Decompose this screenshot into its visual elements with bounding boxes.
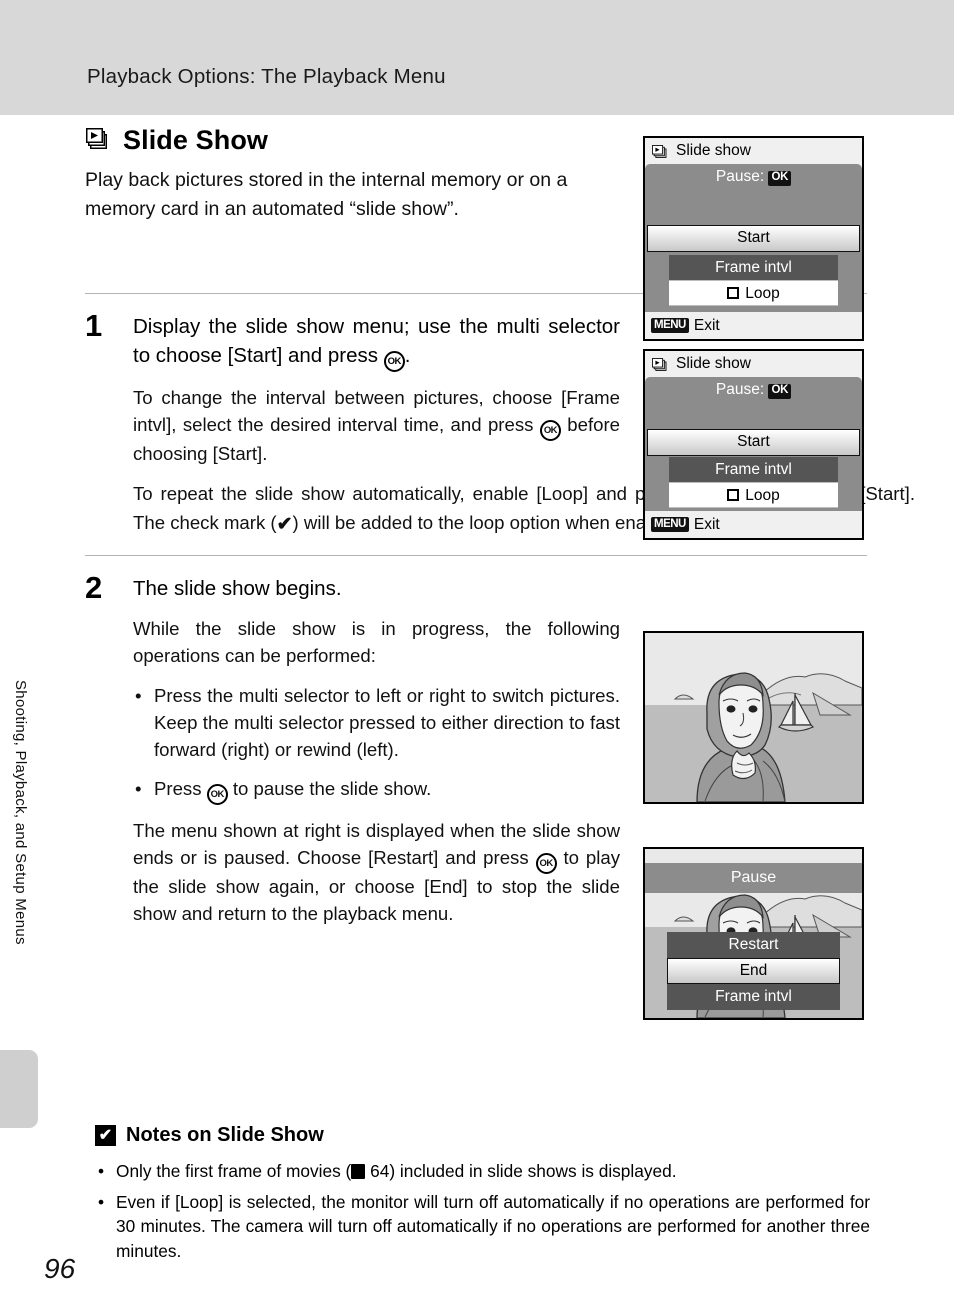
lcd-item-loop-label-1: Loop — [745, 285, 780, 302]
step-2-bullets: Press the multi selector to left or righ… — [133, 683, 620, 805]
checkmark-icon: ✔ — [276, 514, 293, 536]
step-2-bullet-2-b: to pause the slide show. — [227, 777, 432, 799]
ok-button-icon: OK — [539, 420, 561, 442]
lcd-menu-area-1: Start Frame intvl Loop — [645, 222, 862, 312]
lcd-exit-label-1: Exit — [693, 316, 720, 334]
step-1-lead-tail: . — [404, 344, 411, 368]
loop-checkbox[interactable] — [727, 489, 740, 501]
slide-show-sample-photo — [643, 631, 864, 804]
lcd-item-loop-label-2: Loop — [745, 487, 780, 504]
step-2-lead: The slide show begins. — [133, 576, 342, 600]
lcd-pause-band-1: Pause: OK — [645, 164, 862, 222]
lcd-pause-label-2: Pause: — [715, 381, 765, 398]
pause-menu-items: Restart End Frame intvl — [667, 932, 840, 1010]
slide-show-icon — [85, 126, 112, 156]
chapter-label: Shooting, Playback, and Setup Menus — [12, 680, 29, 945]
notes-box: ✔ Notes on Slide Show Only the first fra… — [95, 1124, 870, 1269]
lcd-item-start-2[interactable]: Start — [647, 429, 860, 456]
ok-badge-icon: OK — [768, 384, 792, 399]
step-2-number: 2 — [85, 569, 103, 605]
step-2-para-1: While the slide show is in progress, the… — [133, 617, 620, 666]
page-header-band — [0, 0, 954, 115]
loop-checkbox[interactable] — [727, 287, 740, 299]
lcd-pause-label-1: Pause: — [715, 168, 765, 185]
lcd-footer-2: MENU Exit — [645, 511, 862, 538]
step-1-lead: Display the slide show menu; use the mul… — [133, 312, 620, 373]
step-2-bullet-1: Press the multi selector to left or righ… — [133, 683, 620, 764]
pause-menu-title: Pause — [645, 863, 862, 893]
note-item-1-a: Only the first frame of movies ( — [116, 1161, 352, 1181]
step-1-para-2-c: ) will be added to the loop option when … — [292, 512, 687, 534]
pause-item-restart[interactable]: Restart — [667, 932, 840, 958]
step-2-bullet-2: Press OK to pause the slide show. — [133, 776, 620, 805]
slide-show-icon — [652, 357, 667, 371]
lcd-pause-menu: Pause Restart End Frame intvl — [643, 847, 864, 1020]
note-item-1-ref: 64 — [370, 1161, 390, 1181]
reference-icon — [351, 1164, 366, 1179]
lcd-exit-label-2: Exit — [693, 515, 720, 533]
step-1-para-1: To change the interval between pictures,… — [133, 385, 620, 468]
photo-illustration — [645, 633, 862, 802]
note-item-2: Even if [Loop] is selected, the monitor … — [95, 1190, 870, 1264]
pause-item-frame-intvl[interactable]: Frame intvl — [667, 984, 840, 1010]
running-title: Playback Options: The Playback Menu — [87, 65, 446, 88]
lcd-slide-show-menu-2: Slide show Pause: OK Start Frame intvl L… — [643, 349, 864, 540]
note-item-1: Only the first frame of movies ( 64) inc… — [95, 1159, 870, 1184]
ok-button-icon: OK — [383, 351, 405, 373]
step-2-bullet-2-a: Press — [154, 777, 207, 799]
step-2-para-2: The menu shown at right is displayed whe… — [133, 818, 620, 928]
note-item-1-b: ) included in slide shows is displayed. — [389, 1161, 677, 1181]
lcd-pause-band-2: Pause: OK — [645, 377, 862, 427]
step-1-para-2-a: To repeat the slide show automatically, … — [133, 483, 689, 505]
check-box-icon: ✔ — [95, 1125, 116, 1146]
lcd-item-start-1[interactable]: Start — [647, 225, 860, 252]
lcd-item-loop-1[interactable]: Loop — [669, 280, 838, 306]
lcd-title-bar-1: Slide show — [645, 138, 862, 164]
lcd-slide-show-menu-1: Slide show Pause: OK Start Frame intvl L… — [643, 136, 864, 341]
lcd-item-loop-2[interactable]: Loop — [669, 482, 838, 508]
lcd-title-2: Slide show — [676, 355, 751, 372]
slide-show-icon — [652, 144, 667, 158]
section-intro: Play back pictures stored in the interna… — [85, 169, 568, 220]
pause-item-end[interactable]: End — [667, 958, 840, 984]
lcd-item-frame-intvl-2[interactable]: Frame intvl — [669, 457, 838, 482]
ok-button-icon: OK — [535, 852, 557, 874]
ok-badge-icon: OK — [768, 171, 792, 186]
notes-heading: ✔ Notes on Slide Show — [95, 1124, 870, 1147]
menu-badge-icon: MENU — [651, 516, 689, 533]
lcd-item-frame-intvl-1[interactable]: Frame intvl — [669, 255, 838, 280]
page-number: 96 — [44, 1253, 76, 1284]
lcd-menu-area-2: Start Frame intvl Loop — [645, 427, 862, 511]
ok-button-icon: OK — [206, 783, 228, 805]
lcd-title-1: Slide show — [676, 142, 751, 159]
step-1-lead-text: Display the slide show menu; use the mul… — [133, 315, 620, 368]
step-1-number: 1 — [85, 308, 103, 344]
menu-badge-icon: MENU — [651, 317, 689, 334]
notes-title: Notes on Slide Show — [126, 1124, 324, 1146]
lcd-footer-1: MENU Exit — [645, 312, 862, 339]
chapter-tab — [0, 1050, 38, 1128]
section-title: Slide Show — [123, 125, 269, 155]
lcd-title-bar-2: Slide show — [645, 351, 862, 377]
